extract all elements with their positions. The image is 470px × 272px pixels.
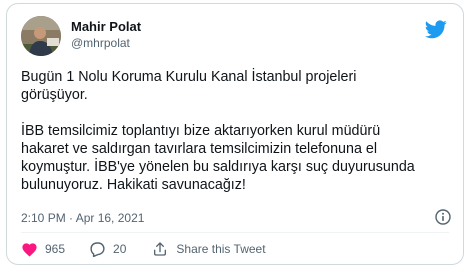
like-button[interactable]: 965 xyxy=(21,241,65,257)
tweet-text: Bugün 1 Nolu Koruma Kurulu Kanal İstanbu… xyxy=(21,68,441,212)
heart-icon xyxy=(21,241,38,257)
author-block: Mahir Polat @mhrpolat xyxy=(71,19,141,51)
author-name[interactable]: Mahir Polat xyxy=(71,19,141,35)
tweet-paragraph-2: İBB temsilcimiz toplantıyı bize aktarıyo… xyxy=(21,123,415,193)
reply-count: 20 xyxy=(113,242,127,256)
info-icon[interactable] xyxy=(435,209,451,225)
share-icon xyxy=(152,241,168,257)
action-bar: 965 20 Share this Tweet xyxy=(21,240,266,258)
reply-button[interactable]: 20 xyxy=(89,241,126,257)
share-button[interactable]: Share this Tweet xyxy=(152,241,266,257)
divider xyxy=(21,232,449,233)
speech-bubble-icon xyxy=(89,241,106,257)
twitter-bird-icon[interactable] xyxy=(424,20,447,39)
tweet-card[interactable]: Mahir Polat @mhrpolat Bugün 1 Nolu Korum… xyxy=(6,3,464,265)
author-handle[interactable]: @mhrpolat xyxy=(71,35,141,51)
share-label: Share this Tweet xyxy=(176,242,266,256)
tweet-paragraph-1: Bugün 1 Nolu Koruma Kurulu Kanal İstanbu… xyxy=(21,69,357,103)
avatar[interactable] xyxy=(21,16,61,56)
tweet-timestamp[interactable]: 2:10 PM · Apr 16, 2021 xyxy=(21,210,144,226)
tweet-header: Mahir Polat @mhrpolat xyxy=(21,16,449,56)
like-count: 965 xyxy=(45,242,66,256)
